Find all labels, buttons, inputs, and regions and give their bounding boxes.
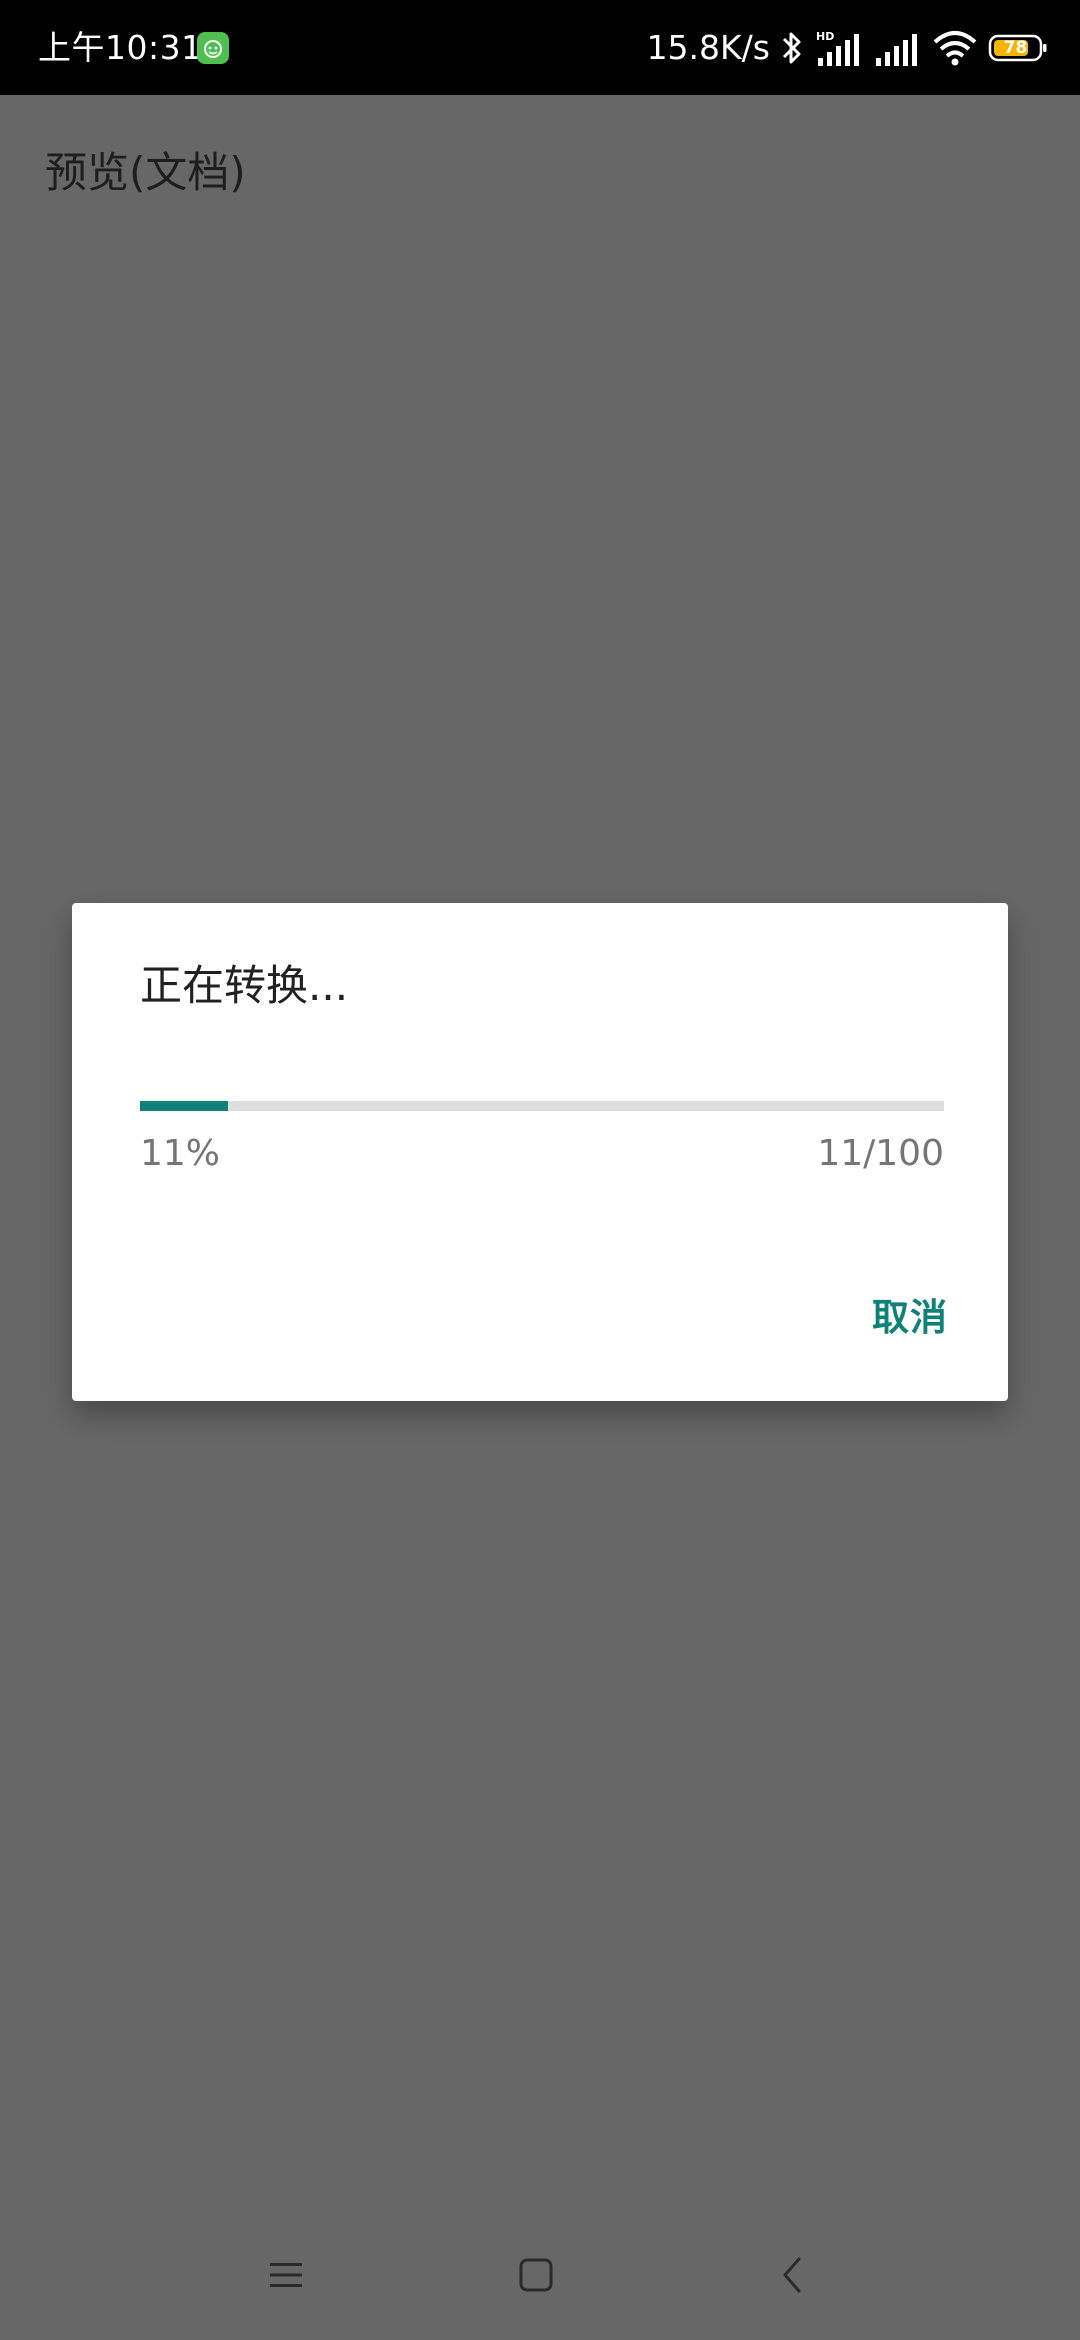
bluetooth-icon: [782, 32, 801, 64]
back-button[interactable]: [747, 2240, 837, 2310]
menu-icon: [270, 2263, 302, 2287]
conversion-dialog: 正在转换... 11% 11/100 取消: [72, 903, 1008, 1401]
cancel-button[interactable]: 取消: [868, 1287, 952, 1349]
progress-percent: 11%: [140, 1133, 221, 1174]
svg-text:HD: HD: [816, 30, 834, 43]
battery-level: 78: [1003, 38, 1028, 58]
home-icon: [519, 2258, 553, 2292]
battery-icon: 78: [988, 33, 1048, 63]
app-notification-icon: [197, 32, 229, 64]
signal-icon: [876, 34, 917, 66]
back-icon: [783, 2257, 801, 2293]
menu-button[interactable]: [241, 2240, 331, 2310]
dialog-title: 正在转换...: [140, 961, 349, 1010]
hd-signal-icon: HD: [816, 30, 859, 66]
network-speed: 15.8K/s: [646, 28, 770, 67]
progress-bar-fill: [140, 1101, 229, 1111]
page-title: 预览(文档): [45, 148, 246, 197]
progress-bar: [140, 1101, 944, 1111]
progress-count: 11/100: [817, 1133, 944, 1174]
status-time: 上午10:31: [38, 28, 203, 67]
home-button[interactable]: [491, 2240, 581, 2310]
status-bar: 上午10:31 15.8K/s HD 78: [0, 0, 1080, 95]
wifi-icon: [933, 31, 977, 66]
status-icons: 15.8K/s HD 78: [647, 24, 1048, 72]
